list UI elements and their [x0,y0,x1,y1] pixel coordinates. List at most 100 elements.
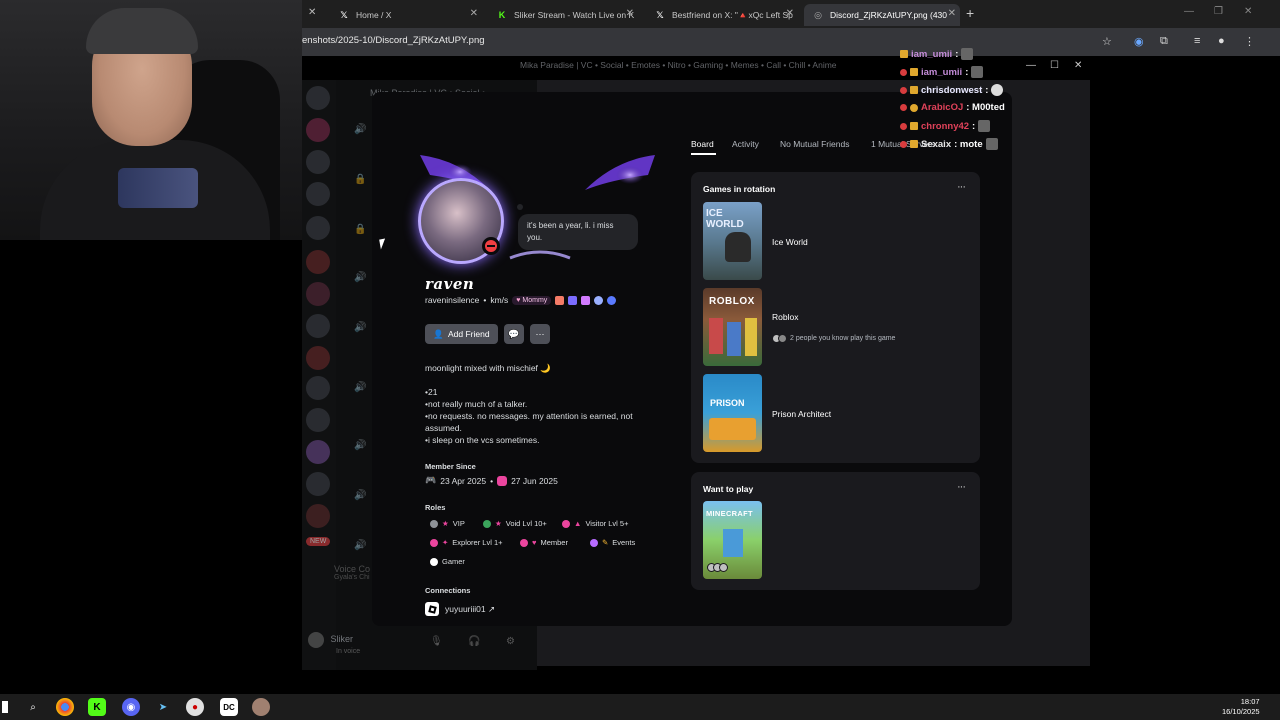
card-more-button[interactable]: ··· [957,481,966,493]
separator: • [483,295,487,305]
heart-icon: ♥ [516,296,521,304]
role-chip[interactable]: ★ VIP [430,519,465,528]
guild-tag[interactable]: ♥ Mommy [512,295,552,305]
card-more-button[interactable]: ··· [957,181,966,193]
app-icon[interactable]: DC [220,698,238,716]
role-chip[interactable]: ★ Void Lvl 10+ [483,519,547,528]
game-name: Roblox [772,312,799,322]
server-icon[interactable] [306,440,330,464]
tab-close-icon[interactable]: ✕ [308,7,316,18]
bookmark-star-icon[interactable]: ☆ [1102,35,1112,48]
connection-roblox[interactable]: yuyuuriii01 ↗ [425,602,495,616]
tab-close-icon[interactable]: ✕ [470,8,478,19]
server-icon[interactable] [306,86,330,110]
headphones-icon[interactable]: 🎧 [468,636,480,647]
discord-minimize-icon[interactable]: — [1026,60,1036,71]
shield-badge-icon[interactable] [568,295,578,305]
role-chip[interactable]: ✦ Explorer Lvl 1+ [430,538,503,547]
extension-icon[interactable]: ◉ [1134,35,1144,48]
kebab-menu-icon[interactable]: ⋮ [1244,35,1255,48]
role-color-dot [483,519,491,528]
maximize-icon[interactable]: ❐ [1214,6,1223,17]
server-icon[interactable] [306,504,330,528]
minecraft-thumbnail[interactable]: MINECRAFT [703,501,762,579]
tab-close-icon[interactable]: ✕ [786,8,794,19]
card-title: Games in rotation [703,184,776,194]
character-figure [723,529,743,557]
minimize-icon[interactable]: — [1184,6,1194,17]
address-bar[interactable]: enshots/2025-10/Discord_ZjRKzAtUPY.png [302,35,485,46]
chat-badge-icon [910,140,918,148]
emote-icon [961,48,974,60]
more-options-button[interactable]: ··· [530,324,550,344]
tab-mutual-friends[interactable]: No Mutual Friends [780,139,849,149]
active-tab-indicator [691,153,716,155]
party-icon: ✎ [602,538,609,547]
profile-avatar-icon[interactable]: ● [1218,35,1225,47]
server-icon[interactable] [306,376,330,400]
server-icon[interactable] [306,150,330,174]
member-since-row: 🎮 23 Apr 2025 • 27 Jun 2025 [425,475,558,486]
profile-app-icon[interactable] [252,698,270,716]
roblox-thumbnail[interactable]: ROBLOX [703,288,762,366]
obs-icon[interactable]: ● [186,698,204,716]
server-icon[interactable] [306,346,330,370]
discord-icon[interactable]: ◉ [122,698,140,716]
bio-line: •not really much of a talker. [425,399,528,409]
system-clock[interactable]: 18:07 16/10/2025 [1222,697,1260,717]
x-logo-icon: 𝕏 [340,9,348,20]
puzzle-icon[interactable]: ⧉ [1160,35,1168,48]
bubble-dot [517,204,523,210]
browser-tab-active[interactable]: ◎ Discord_ZjRKzAtUPY.png (430 ✕ [804,4,960,26]
tab-board[interactable]: Board [691,139,714,149]
role-chip[interactable]: ♥ Member [520,538,568,547]
avatar [778,334,787,343]
tab-close-icon[interactable]: ✕ [626,8,634,19]
role-chip[interactable]: ✎ Events [590,538,635,547]
message-button[interactable]: 💬 [504,324,524,344]
username[interactable]: raveninsilence [425,295,479,305]
separator: • [490,475,494,486]
role-chip[interactable]: ▲ Visitor Lvl 5+ [562,519,628,528]
triangle-badge-icon[interactable] [581,295,591,305]
chrome-icon[interactable] [56,698,74,716]
ice-world-thumbnail[interactable]: ICE WORLD [703,202,762,280]
search-icon[interactable]: ⌕ [24,698,42,716]
chat-message: iam_umii: [900,48,974,60]
server-icon[interactable] [306,408,330,432]
server-icon[interactable] [306,118,330,142]
role-chip[interactable]: Gamer [430,557,465,566]
prison-architect-thumbnail[interactable]: PRISON [703,374,762,452]
tab-close-icon[interactable]: ✕ [948,8,956,19]
add-friend-button[interactable]: 👤 Add Friend [425,324,498,344]
browser-tab[interactable]: K Sliker Stream - Watch Live on K ✕ [488,4,638,26]
user-panel[interactable]: Sliker In voice [308,632,360,655]
new-badge: NEW [306,537,331,546]
browser-tab[interactable]: 𝕏 Home / X ✕ [330,4,482,26]
quest-badge-icon[interactable] [607,295,617,305]
server-icon[interactable] [306,216,330,240]
microphone-icon[interactable]: 🎙 [430,636,443,647]
browser-tab[interactable]: 𝕏 Bestfriend on X: "🔺xQc Left Sp ✕ [646,4,798,26]
chat-badge-icon [900,68,907,76]
game-name: Prison Architect [772,409,832,419]
character-figure [727,322,741,356]
media-control-icon[interactable]: ≡ [1194,35,1200,47]
server-icon[interactable] [306,282,330,306]
gear-badge-icon[interactable] [594,295,604,305]
server-icon[interactable] [306,250,330,274]
kick-icon[interactable]: K [88,698,106,716]
close-window-icon[interactable]: ✕ [1244,6,1252,17]
server-icon[interactable] [306,314,330,338]
server-icon[interactable] [306,472,330,496]
steam-icon[interactable]: ➤ [154,698,172,716]
new-tab-button[interactable]: + [966,5,974,21]
discord-maximize-icon[interactable]: ☐ [1050,60,1059,71]
start-button[interactable] [2,701,8,713]
discord-close-icon[interactable]: ✕ [1074,60,1082,71]
username-line: raveninsilence • km/s ♥ Mommy [425,295,617,305]
gear-icon[interactable]: ⚙ [506,636,515,647]
server-icon[interactable] [306,182,330,206]
tab-activity[interactable]: Activity [732,139,759,149]
nitro-badge-icon[interactable] [555,295,565,305]
